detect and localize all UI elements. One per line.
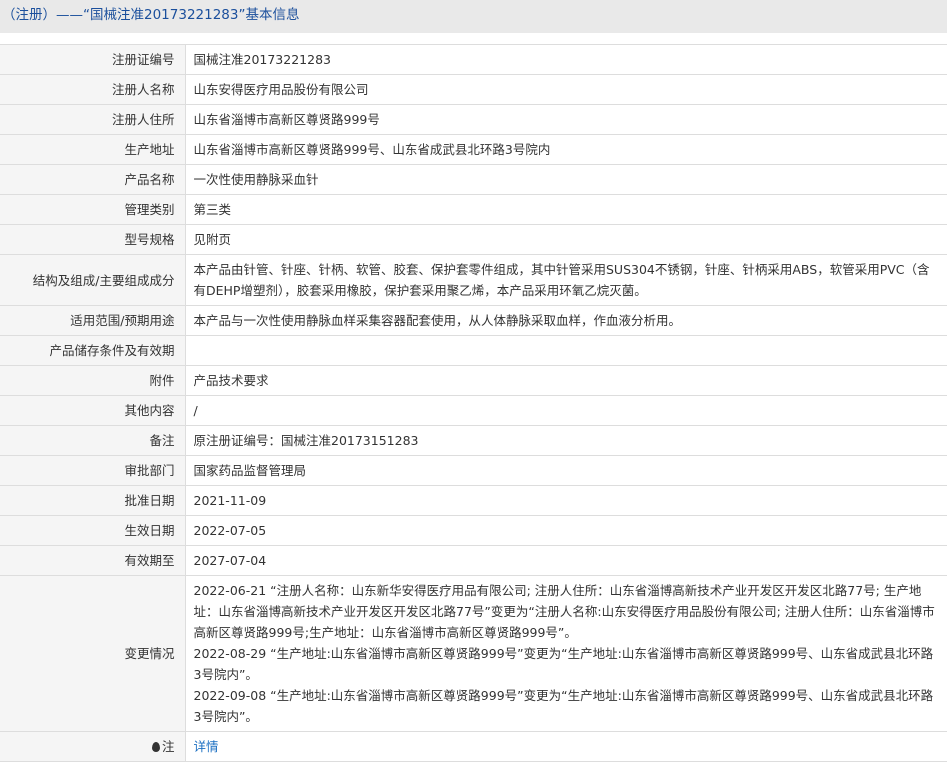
row-label: 管理类别	[0, 194, 186, 225]
change-item: 2022-09-08 “生产地址:山东省淄博市高新区尊贤路999号”变更为“生产…	[193, 688, 934, 724]
row-value	[185, 335, 947, 366]
note-label: 注	[161, 739, 175, 754]
details-link[interactable]: 详情	[194, 739, 219, 754]
info-table: 注册证编号 国械注准20173221283 注册人名称 山东安得医疗用品股份有限公司注…	[0, 44, 947, 762]
row-value: /	[185, 395, 947, 426]
table-row: 其他内容 /	[0, 395, 947, 426]
row-value: 见附页	[185, 224, 947, 255]
row-label: 结构及组成/主要组成成分	[0, 254, 186, 306]
table-row: 有效期至 2027-07-04	[0, 545, 947, 576]
row-value: 原注册证编号：国械注准20173151283	[185, 425, 947, 456]
note-row: 注 详情	[0, 731, 947, 762]
row-label: 产品储存条件及有效期	[0, 335, 186, 366]
change-item: 2022-08-29 “生产地址:山东省淄博市高新区尊贤路999号”变更为“生产…	[193, 646, 934, 682]
row-label: 备注	[0, 425, 186, 456]
table-row: 附件 产品技术要求	[0, 365, 947, 396]
table-row: 结构及组成/主要组成成分 本产品由针管、针座、针柄、软管、胶套、保护套零件组成，其…	[0, 254, 947, 306]
table-row: 型号规格 见附页	[0, 224, 947, 255]
row-value: 山东安得医疗用品股份有限公司	[185, 74, 947, 105]
table-row: 注册人住所 山东省淄博市高新区尊贤路999号	[0, 104, 947, 135]
table-row: 产品储存条件及有效期	[0, 335, 947, 366]
row-value: 2021-11-09	[185, 485, 947, 516]
row-label: 附件	[0, 365, 186, 396]
change-row: 变更情况 2022-06-21 “注册人名称：山东新华安得医疗用品有限公司; 注册…	[0, 575, 947, 732]
row-label: 有效期至	[0, 545, 186, 576]
table-row: 审批部门 国家药品监督管理局	[0, 455, 947, 486]
row-label: 其他内容	[0, 395, 186, 426]
row-label: 产品名称	[0, 164, 186, 195]
row-label: 注册人住所	[0, 104, 186, 135]
row-label: 注册人名称	[0, 74, 186, 105]
row-value: 国械注准20173221283	[185, 44, 947, 75]
table-row: 注册证编号 国械注准20173221283	[0, 44, 947, 75]
row-value: 产品技术要求	[185, 365, 947, 396]
row-value: 本产品由针管、针座、针柄、软管、胶套、保护套零件组成，其中针管采用SUS304不…	[185, 254, 947, 306]
row-label: 生效日期	[0, 515, 186, 546]
row-label: 变更情况	[0, 575, 186, 732]
row-label: 审批部门	[0, 455, 186, 486]
row-value: 国家药品监督管理局	[185, 455, 947, 486]
table-row: 生效日期 2022-07-05	[0, 515, 947, 546]
row-value: 本产品与一次性使用静脉血样采集容器配套使用，从人体静脉采取血样，作血液分析用。	[185, 305, 947, 336]
row-label: 注册证编号	[0, 44, 186, 75]
table-row: 适用范围/预期用途 本产品与一次性使用静脉血样采集容器配套使用，从人体静脉采取血样…	[0, 305, 947, 336]
row-value: 第三类	[185, 194, 947, 225]
table-row: 注册人名称 山东安得医疗用品股份有限公司	[0, 74, 947, 105]
table-row: 生产地址 山东省淄博市高新区尊贤路999号、山东省成武县北环路3号院内	[0, 134, 947, 165]
row-label: 适用范围/预期用途	[0, 305, 186, 336]
row-value: 2022-07-05	[185, 515, 947, 546]
change-item: 2022-06-21 “注册人名称：山东新华安得医疗用品有限公司; 注册人住所：…	[193, 583, 935, 640]
row-value: 山东省淄博市高新区尊贤路999号、山东省成武县北环路3号院内	[185, 134, 947, 165]
page-title: （注册）——“国械注准20173221283”基本信息	[0, 0, 947, 33]
row-label: 型号规格	[0, 224, 186, 255]
row-value: 山东省淄博市高新区尊贤路999号	[185, 104, 947, 135]
table-row: 备注 原注册证编号：国械注准20173151283	[0, 425, 947, 456]
row-value: 2027-07-04	[185, 545, 947, 576]
table-row: 管理类别 第三类	[0, 194, 947, 225]
row-label: 生产地址	[0, 134, 186, 165]
row-label: 批准日期	[0, 485, 186, 516]
row-value: 一次性使用静脉采血针	[185, 164, 947, 195]
table-row: 产品名称 一次性使用静脉采血针	[0, 164, 947, 195]
table-row: 批准日期 2021-11-09	[0, 485, 947, 516]
pin-icon	[151, 742, 160, 752]
